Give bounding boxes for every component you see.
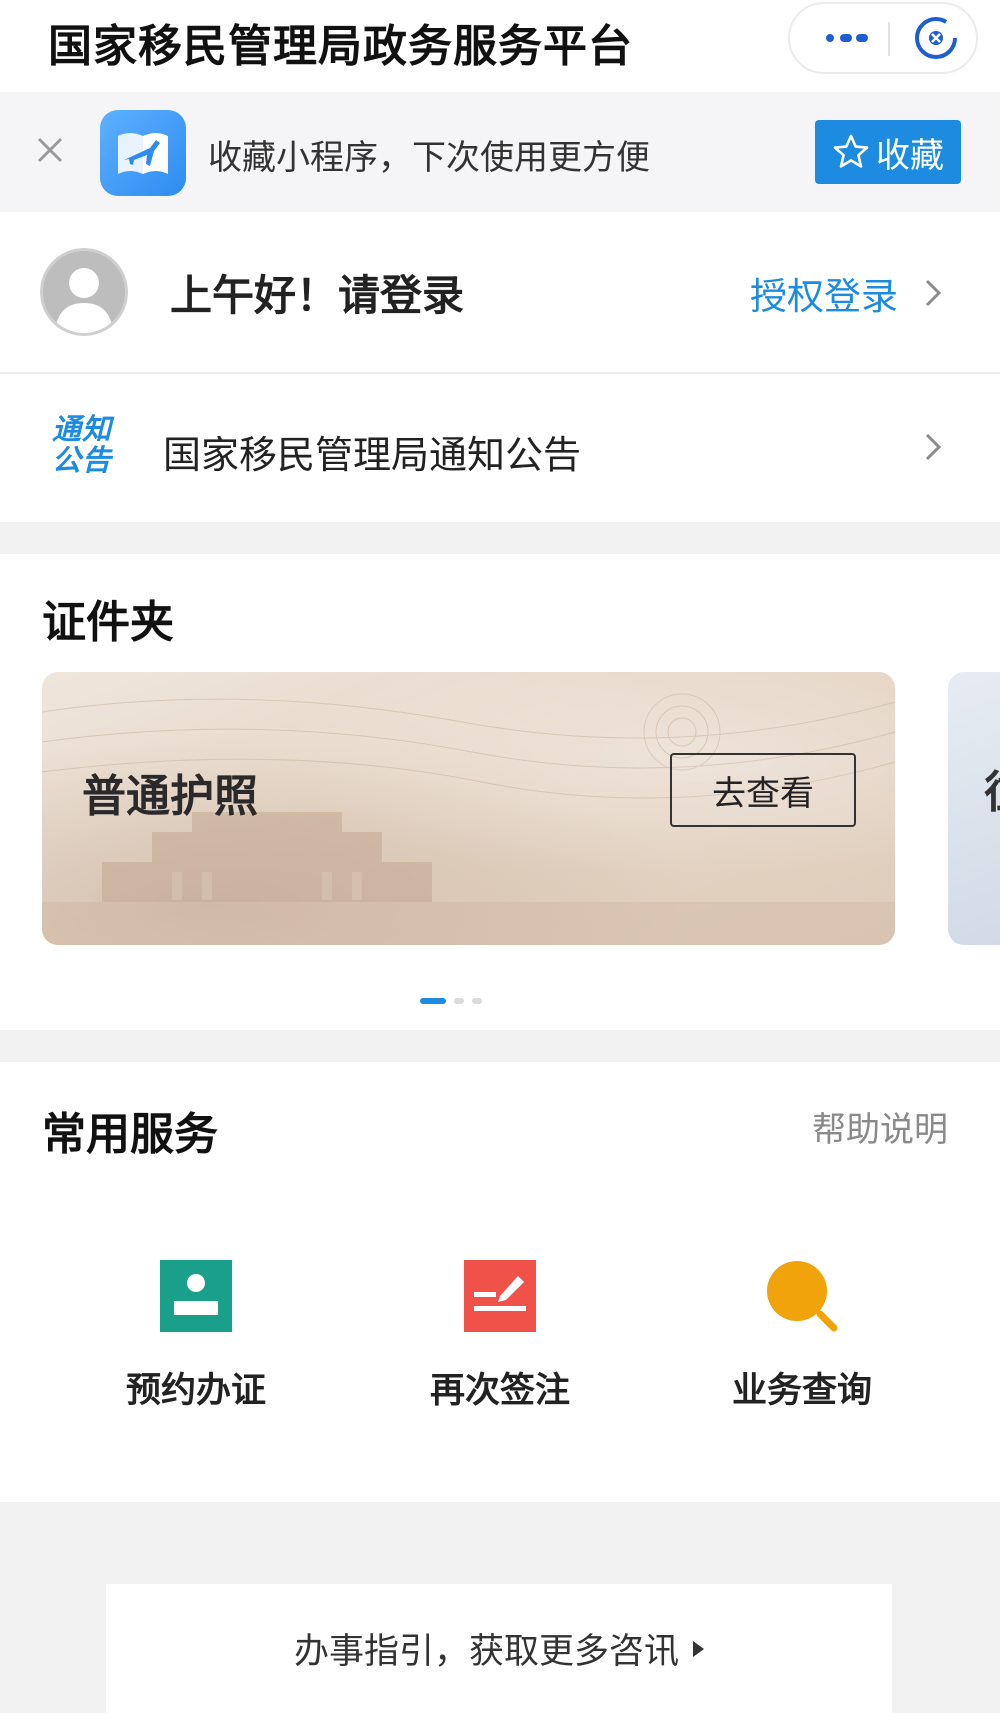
search-magnifier-icon [767, 1261, 838, 1332]
greeting-text: 上午好！请登录 [170, 271, 465, 320]
capsule-divider [888, 22, 890, 56]
service-endorsement[interactable]: 再次签注 [400, 1258, 600, 1418]
favorite-prompt-text: 收藏小程序，下次使用更方便 [208, 138, 650, 178]
guide-banner[interactable]: 办事指引，获取更多咨讯 [106, 1584, 892, 1713]
mini-program-close-icon [915, 17, 957, 59]
common-services-section: 常用服务 帮助说明 预约办证 再次签注 业务查询 [0, 1062, 1000, 1502]
carousel-pager [420, 998, 482, 1004]
chevron-right-icon [925, 279, 942, 307]
pager-dot [472, 998, 482, 1004]
mini-program-close-button[interactable] [896, 4, 976, 72]
notice-announcement-icon: 通知 公告 [52, 414, 122, 480]
certificate-folder-section: 证件夹 普通护照 去查看 [0, 554, 1000, 1030]
section-title: 证件夹 [42, 597, 174, 648]
notice-announcement-row[interactable]: 通知 公告 国家移民管理局通知公告 [0, 374, 1000, 522]
top-navigation-bar: 国家移民管理局政务服务平台 [0, 0, 1000, 92]
service-label: 再次签注 [429, 1371, 570, 1411]
service-label: 预约办证 [125, 1371, 266, 1411]
avatar[interactable] [40, 248, 128, 336]
banner-close-button[interactable] [30, 130, 70, 170]
close-icon [37, 137, 63, 163]
play-arrow-icon [693, 1640, 704, 1657]
login-row[interactable]: 上午好！请登录 授权登录 [0, 212, 1000, 372]
more-dots-icon [826, 34, 868, 42]
pager-dot-active [420, 998, 446, 1004]
guide-text: 办事指引，获取更多咨讯 [293, 1632, 679, 1672]
next-card-title: 往 [984, 756, 1000, 820]
star-icon [833, 134, 869, 168]
service-appointment[interactable]: 预约办证 [96, 1258, 296, 1418]
notice-icon-line2: 公告 [52, 443, 113, 477]
app-title: 国家移民管理局政务服务平台 [48, 21, 633, 72]
passport-card[interactable]: 普通护照 去查看 [42, 672, 895, 945]
pager-dot [454, 998, 464, 1004]
passport-card-title: 普通护照 [82, 771, 258, 822]
notice-title: 国家移民管理局通知公告 [163, 433, 582, 477]
default-user-icon [43, 251, 125, 333]
chevron-right-icon [925, 433, 942, 461]
service-inquiry[interactable]: 业务查询 [702, 1258, 902, 1418]
notice-icon-line1: 通知 [52, 412, 113, 446]
more-button[interactable] [808, 4, 888, 72]
next-certificate-card[interactable]: 往 [948, 672, 1000, 945]
endorsement-sign-icon [464, 1260, 536, 1332]
mini-program-capsule [788, 2, 978, 74]
view-passport-button[interactable]: 去查看 [670, 753, 856, 827]
favorite-button-label: 收藏 [876, 135, 944, 176]
service-label: 业务查询 [731, 1371, 872, 1411]
section-title: 常用服务 [42, 1109, 218, 1160]
book-plane-icon [118, 133, 168, 174]
favorite-button[interactable]: 收藏 [815, 120, 961, 184]
favorite-banner: 收藏小程序，下次使用更方便 收藏 [0, 92, 1000, 212]
mini-program-logo [100, 110, 186, 196]
help-link[interactable]: 帮助说明 [812, 1102, 948, 1151]
authorize-login-link[interactable]: 授权登录 [750, 266, 898, 320]
appointment-id-icon [160, 1260, 232, 1332]
